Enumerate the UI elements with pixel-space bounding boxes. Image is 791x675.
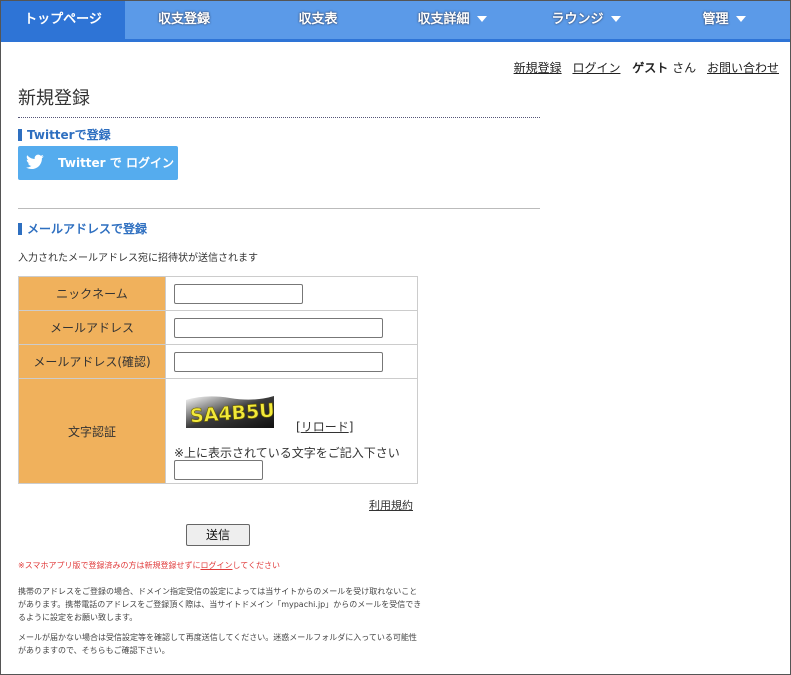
twitter-login-label: Twitter で ログイン	[58, 156, 174, 170]
login-link[interactable]: ログイン	[572, 61, 620, 75]
email-confirm-input[interactable]	[174, 351, 383, 372]
email-label: メールアドレス	[18, 310, 166, 345]
nav-results-table[interactable]: 収支表	[259, 1, 377, 39]
nav-register-results-label: 収支登録	[157, 12, 210, 27]
chevron-down-icon	[476, 15, 487, 22]
twitter-bird-icon	[26, 154, 44, 170]
chevron-down-icon	[735, 15, 746, 22]
register-link[interactable]: 新規登録	[514, 61, 562, 75]
nav-results-detail-label: 収支詳細	[417, 12, 470, 27]
reload-bracket-close: ]	[348, 420, 354, 434]
main-nav: トップページ 収支登録 収支表 収支詳細 ラウンジ 管理	[1, 1, 790, 42]
nickname-row: ニックネーム	[18, 276, 418, 311]
chevron-down-icon	[610, 15, 621, 22]
submit-button[interactable]: 送信	[186, 524, 250, 546]
email-cell	[165, 310, 418, 345]
captcha-image: SA4B5U	[186, 396, 274, 428]
terms-link[interactable]: 利用規約	[369, 497, 413, 513]
user-bar: 新規登録 ログイン ゲスト さん お問い合わせ	[507, 59, 779, 76]
reload-wrapper: [リロード]	[296, 418, 353, 435]
nav-admin[interactable]: 管理	[665, 1, 783, 39]
email-confirm-row: メールアドレス(確認)	[18, 344, 418, 379]
nav-admin-label: 管理	[702, 12, 729, 27]
app-warning-prefix: ※スマホアプリ版で登録済みの方は新規登録せずに	[18, 561, 201, 570]
email-confirm-cell	[165, 344, 418, 379]
captcha-instruction: ※上に表示されている文字をご記入下さい	[174, 446, 400, 460]
nickname-label: ニックネーム	[18, 276, 166, 311]
guest-name: ゲスト	[632, 61, 669, 75]
contact-link[interactable]: お問い合わせ	[707, 61, 779, 75]
captcha-label: 文字認証	[18, 378, 166, 484]
section-divider	[18, 208, 540, 209]
app-warning: ※スマホアプリ版で登録済みの方は新規登録せずにログインしてください	[18, 560, 280, 571]
mobile-mail-note: 携帯のアドレスをご登録の場合、ドメイン指定受信の設定によっては当サイトからのメー…	[18, 587, 422, 622]
no-mail-note: メールが届かない場合は受信設定等を確認して再度送信してください。迷惑メールフォル…	[18, 633, 417, 655]
email-section-heading: メールアドレスで登録	[18, 223, 147, 235]
invite-note: 入力されたメールアドレス宛に招待状が送信されます	[18, 253, 258, 264]
nav-results-detail[interactable]: 収支詳細	[393, 1, 511, 39]
captcha-cell: SA4B5U [リロード] ※上に表示されている文字をご記入下さい	[165, 378, 418, 484]
email-row: メールアドレス	[18, 310, 418, 345]
page-title: 新規登録	[18, 88, 90, 109]
app-warning-suffix: してください	[232, 561, 280, 570]
nav-top-page[interactable]: トップページ	[1, 1, 125, 39]
email-input[interactable]	[174, 317, 383, 338]
nav-results-table-label: 収支表	[298, 12, 338, 27]
captcha-input[interactable]	[174, 460, 263, 480]
captcha-row: 文字認証 SA4B5U [リロード] ※上に表示されている文字をご記入下さい	[18, 378, 418, 484]
nav-top-page-label: トップページ	[24, 12, 102, 27]
nav-lounge-label: ラウンジ	[551, 12, 604, 27]
nav-lounge[interactable]: ラウンジ	[527, 1, 645, 39]
honorific: さん	[672, 61, 697, 75]
twitter-section-heading: Twitterで登録	[18, 129, 111, 141]
title-divider	[18, 117, 540, 118]
email-confirm-label: メールアドレス(確認)	[18, 344, 166, 379]
registration-form: ニックネーム メールアドレス メールアドレス(確認) 文字認証 SA4B5U […	[18, 276, 418, 484]
captcha-reload-link[interactable]: リロード	[301, 420, 349, 434]
twitter-login-button[interactable]: Twitter で ログイン	[18, 146, 178, 180]
nickname-cell	[165, 276, 418, 311]
nickname-input[interactable]	[174, 283, 303, 304]
app-warning-login-link[interactable]: ログイン	[200, 561, 232, 570]
nav-register-results[interactable]: 収支登録	[125, 1, 243, 39]
